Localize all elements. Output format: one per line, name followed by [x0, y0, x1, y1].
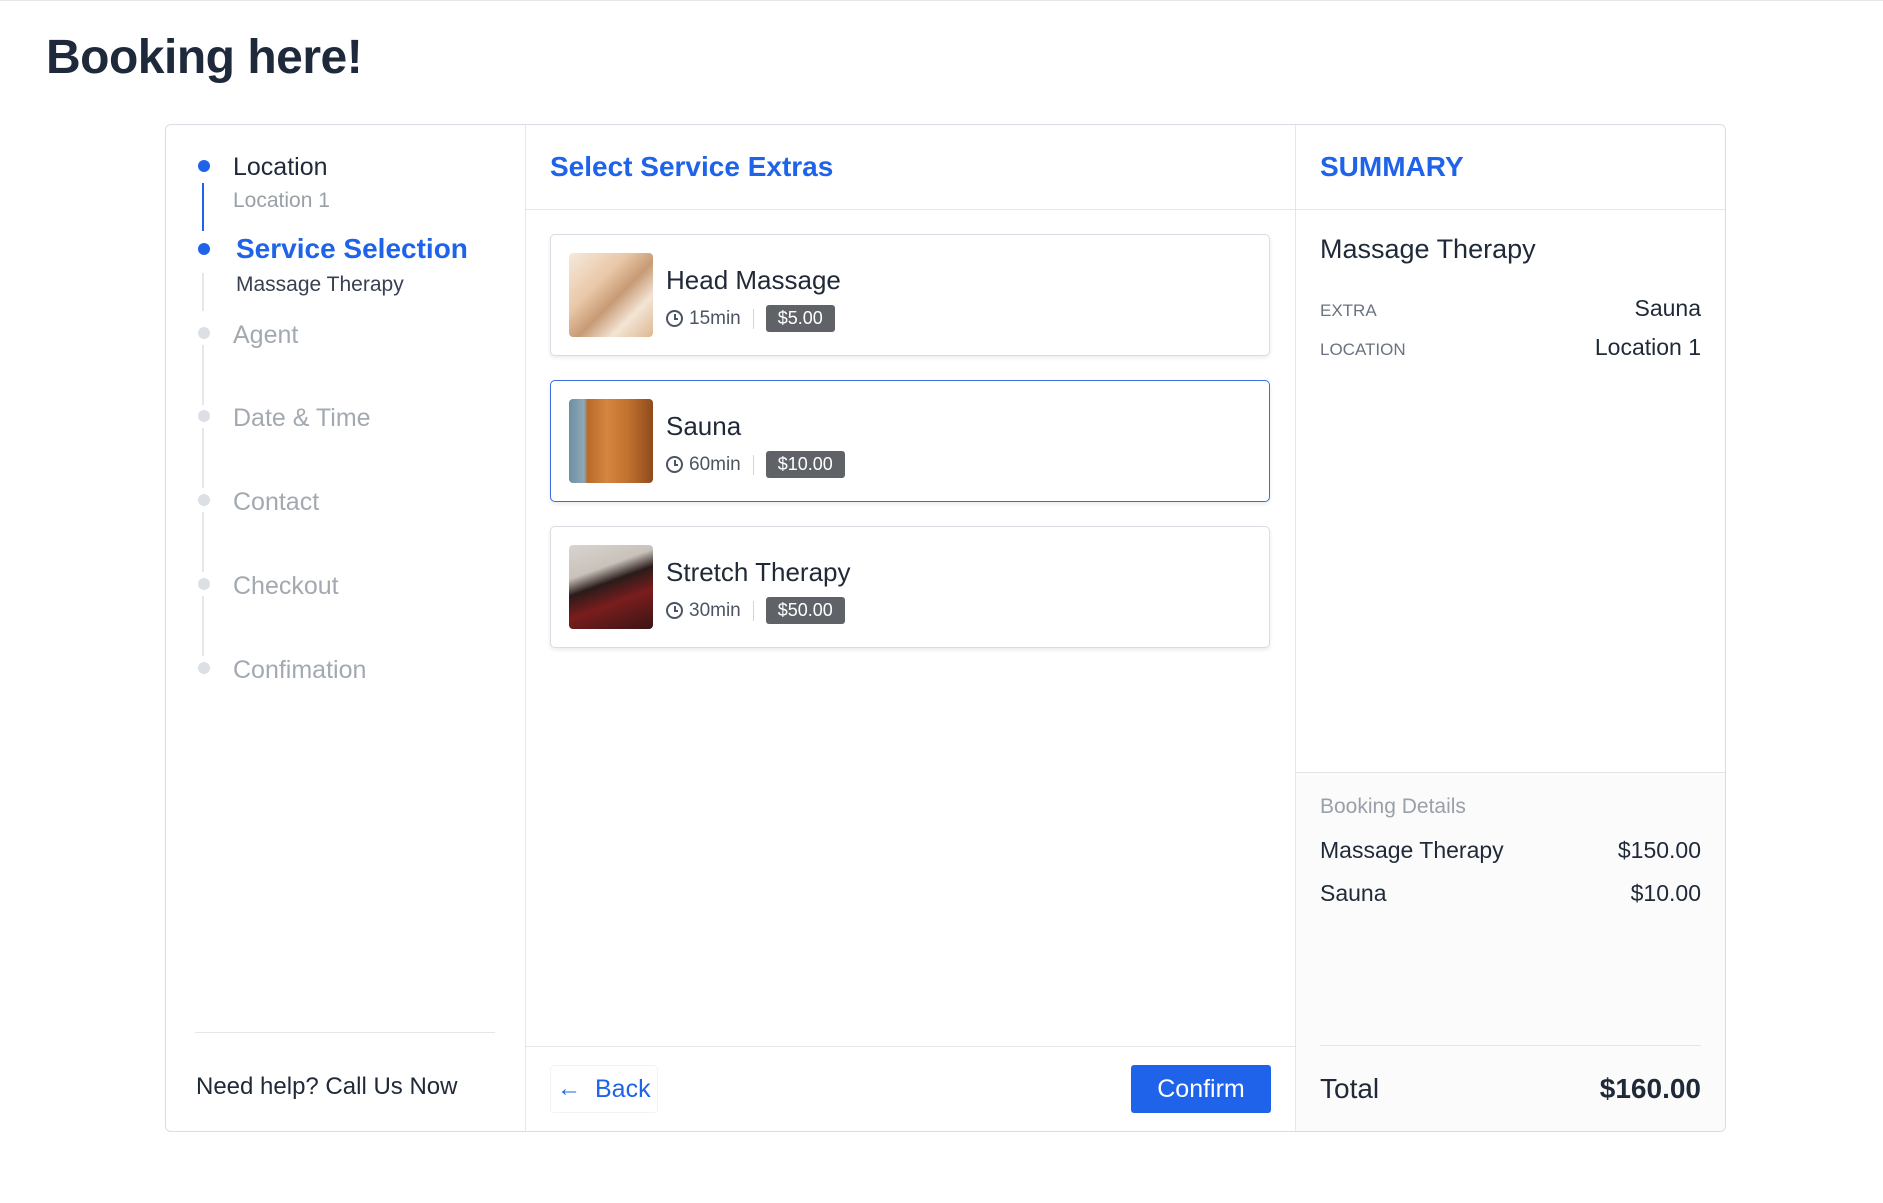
stretch-therapy-image	[569, 545, 653, 629]
extras-footer: ← Back Confirm	[526, 1046, 1295, 1131]
step-sub: Location 1	[233, 189, 330, 212]
clock-icon	[666, 310, 683, 327]
summary-key: LOCATION	[1320, 340, 1406, 359]
booking-line-price: $10.00	[1630, 880, 1701, 906]
booking-details: Booking Details Massage Therapy $150.00 …	[1296, 772, 1725, 1131]
step-label: Checkout	[233, 572, 339, 600]
step-dot	[198, 327, 210, 339]
extra-duration: 15min	[689, 307, 741, 329]
price-badge: $50.00	[765, 597, 845, 624]
confirm-button[interactable]: Confirm	[1131, 1065, 1271, 1113]
summary-value: Sauna	[1634, 295, 1701, 321]
extra-duration: 60min	[689, 453, 741, 475]
step-label: Contact	[233, 488, 320, 516]
summary-row-extra: EXTRA Sauna	[1320, 295, 1701, 322]
extra-card-stretch-therapy[interactable]: Stretch Therapy 30min $50.00	[550, 526, 1270, 648]
clock-icon	[666, 456, 683, 473]
summary-header: SUMMARY	[1296, 125, 1725, 210]
meta-separator	[752, 308, 754, 329]
extra-card-head-massage[interactable]: Head Massage 15min $5.00	[550, 234, 1270, 356]
step-dot	[198, 410, 210, 422]
step-label: Location	[233, 153, 328, 181]
extra-name: Sauna	[666, 411, 742, 441]
extra-name: Stretch Therapy	[666, 557, 851, 587]
booking-line-price: $150.00	[1617, 837, 1701, 863]
step-connector	[202, 345, 204, 405]
step-connector	[202, 428, 204, 488]
booking-widget: Location Location 1 Service Selection Ma…	[165, 124, 1726, 1132]
back-button[interactable]: ← Back	[550, 1065, 658, 1113]
summary-title: SUMMARY	[1320, 151, 1464, 182]
step-dot	[198, 578, 210, 590]
extra-meta: 60min $10.00	[666, 451, 845, 478]
clock-icon	[666, 602, 683, 619]
booking-details-title: Booking Details	[1320, 795, 1466, 818]
step-label: Date & Time	[233, 404, 371, 432]
step-sub: Massage Therapy	[236, 273, 404, 296]
booking-line-item: Sauna	[1320, 880, 1387, 906]
sauna-image	[569, 399, 653, 483]
step-dot	[198, 160, 210, 172]
top-divider	[0, 0, 1883, 1]
booking-line: Massage Therapy $150.00	[1320, 837, 1701, 864]
sidebar-divider	[195, 1032, 495, 1033]
page-title: Booking here!	[46, 31, 363, 84]
summary-service: Massage Therapy	[1320, 234, 1536, 264]
total-label: Total	[1320, 1072, 1380, 1104]
extra-meta: 30min $50.00	[666, 597, 845, 624]
step-connector	[202, 273, 204, 311]
step-dot	[198, 243, 210, 255]
extra-card-sauna[interactable]: Sauna 60min $10.00	[550, 380, 1270, 502]
summary-value: Location 1	[1594, 334, 1701, 360]
extras-header: Select Service Extras	[526, 125, 1295, 210]
extra-duration: 30min	[689, 599, 741, 621]
step-label: Service Selection	[236, 233, 468, 264]
summary-row-location: LOCATION Location 1	[1320, 334, 1701, 361]
extra-meta: 15min $5.00	[666, 305, 835, 332]
booking-line-item: Massage Therapy	[1320, 837, 1504, 863]
extras-panel: Select Service Extras Head Massage 15min…	[526, 125, 1296, 1131]
total-value: $160.00	[1599, 1072, 1701, 1104]
step-connector	[202, 183, 204, 231]
summary-key: EXTRA	[1320, 301, 1377, 320]
summary-panel: SUMMARY Massage Therapy EXTRA Sauna LOCA…	[1296, 125, 1725, 1131]
price-badge: $10.00	[765, 451, 845, 478]
summary-body: Massage Therapy EXTRA Sauna LOCATION Loc…	[1296, 210, 1725, 397]
booking-line: Sauna $10.00	[1320, 880, 1701, 907]
total-row: Total $160.00	[1320, 1045, 1701, 1131]
step-dot	[198, 494, 210, 506]
extra-name: Head Massage	[666, 265, 841, 295]
extras-title: Select Service Extras	[550, 151, 834, 182]
step-label: Confimation	[233, 656, 367, 684]
step-dot	[198, 662, 210, 674]
back-label: Back	[595, 1074, 651, 1103]
head-massage-image	[569, 253, 653, 337]
arrow-left-icon: ←	[557, 1075, 581, 1102]
step-connector	[202, 596, 204, 656]
price-badge: $5.00	[765, 305, 835, 332]
steps-sidebar: Location Location 1 Service Selection Ma…	[166, 125, 526, 1131]
help-text: Need help? Call Us Now	[196, 1073, 458, 1100]
meta-separator	[752, 600, 754, 621]
meta-separator	[752, 454, 754, 475]
extras-list: Head Massage 15min $5.00 Sauna 60min $10…	[526, 210, 1295, 696]
step-label: Agent	[233, 321, 299, 349]
step-connector	[202, 512, 204, 572]
